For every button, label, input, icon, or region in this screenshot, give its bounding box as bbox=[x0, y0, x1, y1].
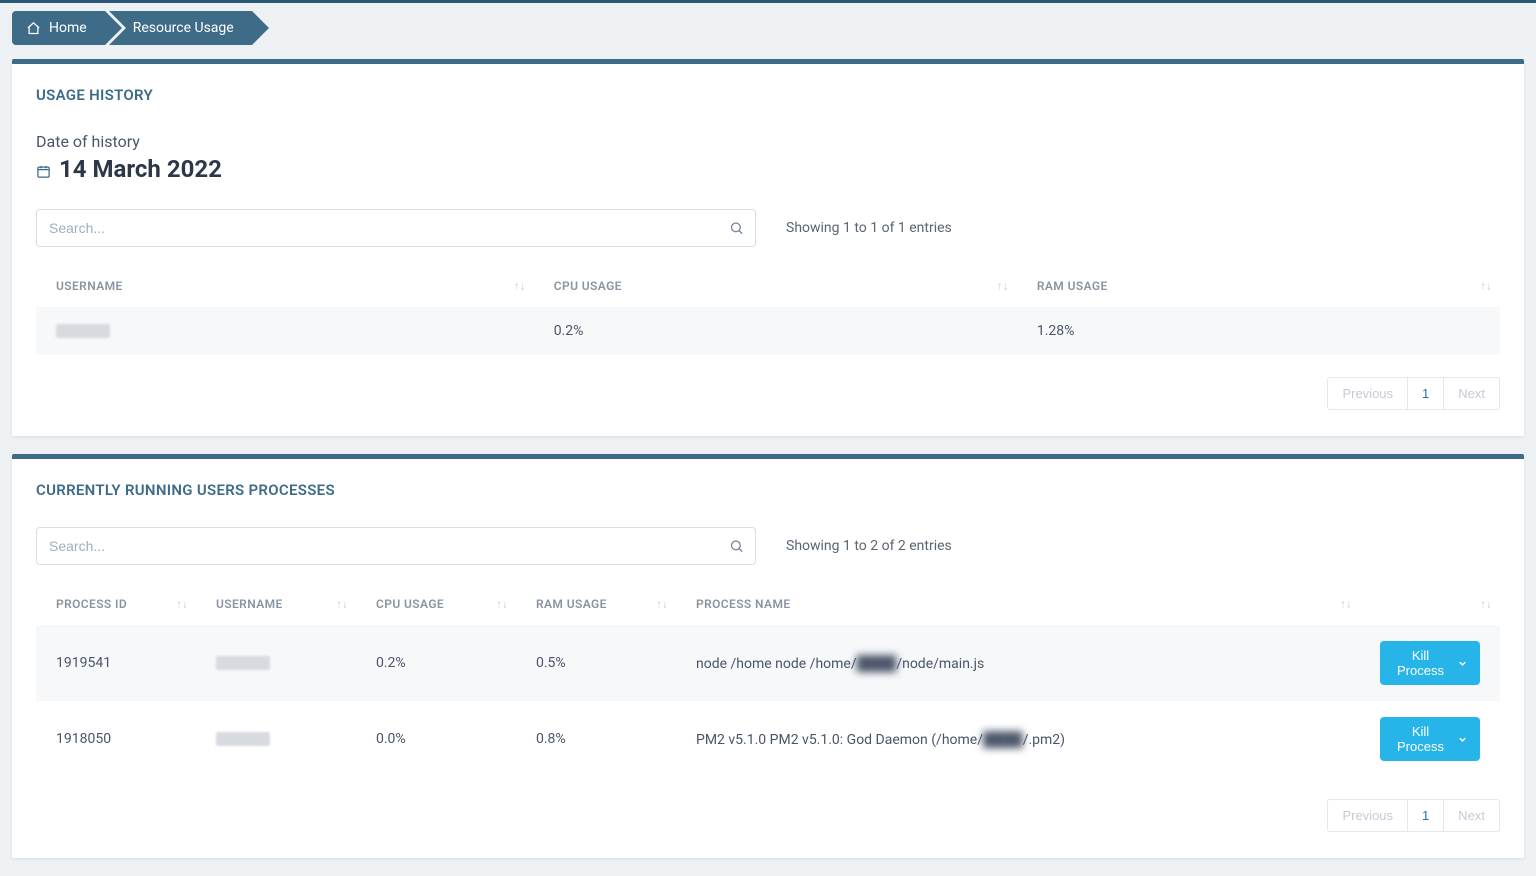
processes-col-name[interactable]: PROCESS NAME ↑↓ bbox=[676, 583, 1360, 625]
process-pid-cell: 1918050 bbox=[36, 701, 196, 777]
chevron-down-icon bbox=[1457, 658, 1468, 669]
processes-col-cpu[interactable]: CPU USAGE ↑↓ bbox=[356, 583, 516, 625]
processes-pagination: Previous 1 Next bbox=[36, 799, 1500, 832]
process-name-cell: node /home node /home/████/node/main.js bbox=[676, 625, 1360, 701]
processes-search-box bbox=[36, 527, 756, 565]
kill-process-button[interactable]: Kill Process bbox=[1380, 717, 1480, 761]
sort-icon: ↑↓ bbox=[1480, 281, 1492, 292]
home-icon bbox=[26, 21, 41, 36]
breadcrumb-home-label: Home bbox=[49, 20, 87, 36]
processes-col-actions[interactable]: ↑↓ bbox=[1360, 583, 1500, 625]
kill-process-button[interactable]: Kill Process bbox=[1380, 641, 1480, 685]
processes-prev-button[interactable]: Previous bbox=[1327, 799, 1408, 832]
table-row: 1918050 ██████ 0.0% 0.8% PM2 v5.1.0 PM2 … bbox=[36, 701, 1500, 777]
breadcrumb-current-label: Resource Usage bbox=[133, 20, 234, 36]
breadcrumb-home[interactable]: Home bbox=[12, 11, 105, 45]
date-of-history-value: 14 March 2022 bbox=[59, 155, 222, 183]
history-col-username[interactable]: USERNAME ↑↓ bbox=[36, 265, 534, 307]
history-prev-button[interactable]: Previous bbox=[1327, 377, 1408, 410]
breadcrumb: Home Resource Usage bbox=[0, 3, 1536, 55]
kill-process-label: Kill Process bbox=[1392, 648, 1449, 678]
history-search-box bbox=[36, 209, 756, 247]
history-pagination: Previous 1 Next bbox=[36, 377, 1500, 410]
history-next-button[interactable]: Next bbox=[1443, 377, 1500, 410]
process-username-cell: ██████ bbox=[216, 732, 270, 746]
usage-history-panel: USAGE HISTORY Date of history 14 March 2… bbox=[12, 59, 1524, 436]
process-cpu-cell: 0.0% bbox=[356, 701, 516, 777]
process-ram-cell: 0.5% bbox=[516, 625, 676, 701]
processes-search-input[interactable] bbox=[36, 527, 756, 565]
chevron-down-icon bbox=[1457, 734, 1468, 745]
processes-panel: CURRENTLY RUNNING USERS PROCESSES Showin… bbox=[12, 454, 1524, 858]
usage-history-title: USAGE HISTORY bbox=[36, 86, 1500, 104]
sort-icon: ↑↓ bbox=[176, 599, 188, 610]
processes-col-username[interactable]: USERNAME ↑↓ bbox=[196, 583, 356, 625]
history-col-ram[interactable]: RAM USAGE ↑↓ bbox=[1017, 265, 1500, 307]
history-page-1-button[interactable]: 1 bbox=[1407, 377, 1444, 410]
process-ram-cell: 0.8% bbox=[516, 701, 676, 777]
table-row: 1919541 ██████ 0.2% 0.5% node /home node… bbox=[36, 625, 1500, 701]
processes-entries-text: Showing 1 to 2 of 2 entries bbox=[786, 538, 952, 554]
process-pid-cell: 1919541 bbox=[36, 625, 196, 701]
date-of-history-label: Date of history bbox=[36, 132, 1500, 151]
history-col-cpu[interactable]: CPU USAGE ↑↓ bbox=[534, 265, 1017, 307]
sort-icon: ↑↓ bbox=[1340, 599, 1352, 610]
process-name-cell: PM2 v5.1.0 PM2 v5.1.0: God Daemon (/home… bbox=[676, 701, 1360, 777]
sort-icon: ↑↓ bbox=[997, 281, 1009, 292]
history-entries-text: Showing 1 to 1 of 1 entries bbox=[786, 220, 952, 236]
calendar-icon[interactable] bbox=[36, 164, 51, 179]
processes-next-button[interactable]: Next bbox=[1443, 799, 1500, 832]
process-cpu-cell: 0.2% bbox=[356, 625, 516, 701]
processes-col-ram[interactable]: RAM USAGE ↑↓ bbox=[516, 583, 676, 625]
sort-icon: ↑↓ bbox=[336, 599, 348, 610]
processes-page-1-button[interactable]: 1 bbox=[1407, 799, 1444, 832]
sort-icon: ↑↓ bbox=[1480, 599, 1492, 610]
processes-table: PROCESS ID ↑↓ USERNAME ↑↓ CPU USAGE ↑↓ R… bbox=[36, 583, 1500, 777]
history-username-cell: ██████ bbox=[56, 324, 110, 338]
sort-icon: ↑↓ bbox=[514, 281, 526, 292]
history-search-input[interactable] bbox=[36, 209, 756, 247]
breadcrumb-current[interactable]: Resource Usage bbox=[109, 11, 252, 45]
processes-col-pid[interactable]: PROCESS ID ↑↓ bbox=[36, 583, 196, 625]
history-table: USERNAME ↑↓ CPU USAGE ↑↓ RAM USAGE ↑↓ ██… bbox=[36, 265, 1500, 355]
sort-icon: ↑↓ bbox=[496, 599, 508, 610]
history-cpu-cell: 0.2% bbox=[534, 307, 1017, 355]
history-ram-cell: 1.28% bbox=[1017, 307, 1500, 355]
sort-icon: ↑↓ bbox=[656, 599, 668, 610]
table-row: ██████ 0.2% 1.28% bbox=[36, 307, 1500, 355]
processes-title: CURRENTLY RUNNING USERS PROCESSES bbox=[36, 481, 1500, 499]
process-username-cell: ██████ bbox=[216, 656, 270, 670]
date-of-history-row: 14 March 2022 bbox=[36, 155, 1500, 183]
kill-process-label: Kill Process bbox=[1392, 724, 1449, 754]
